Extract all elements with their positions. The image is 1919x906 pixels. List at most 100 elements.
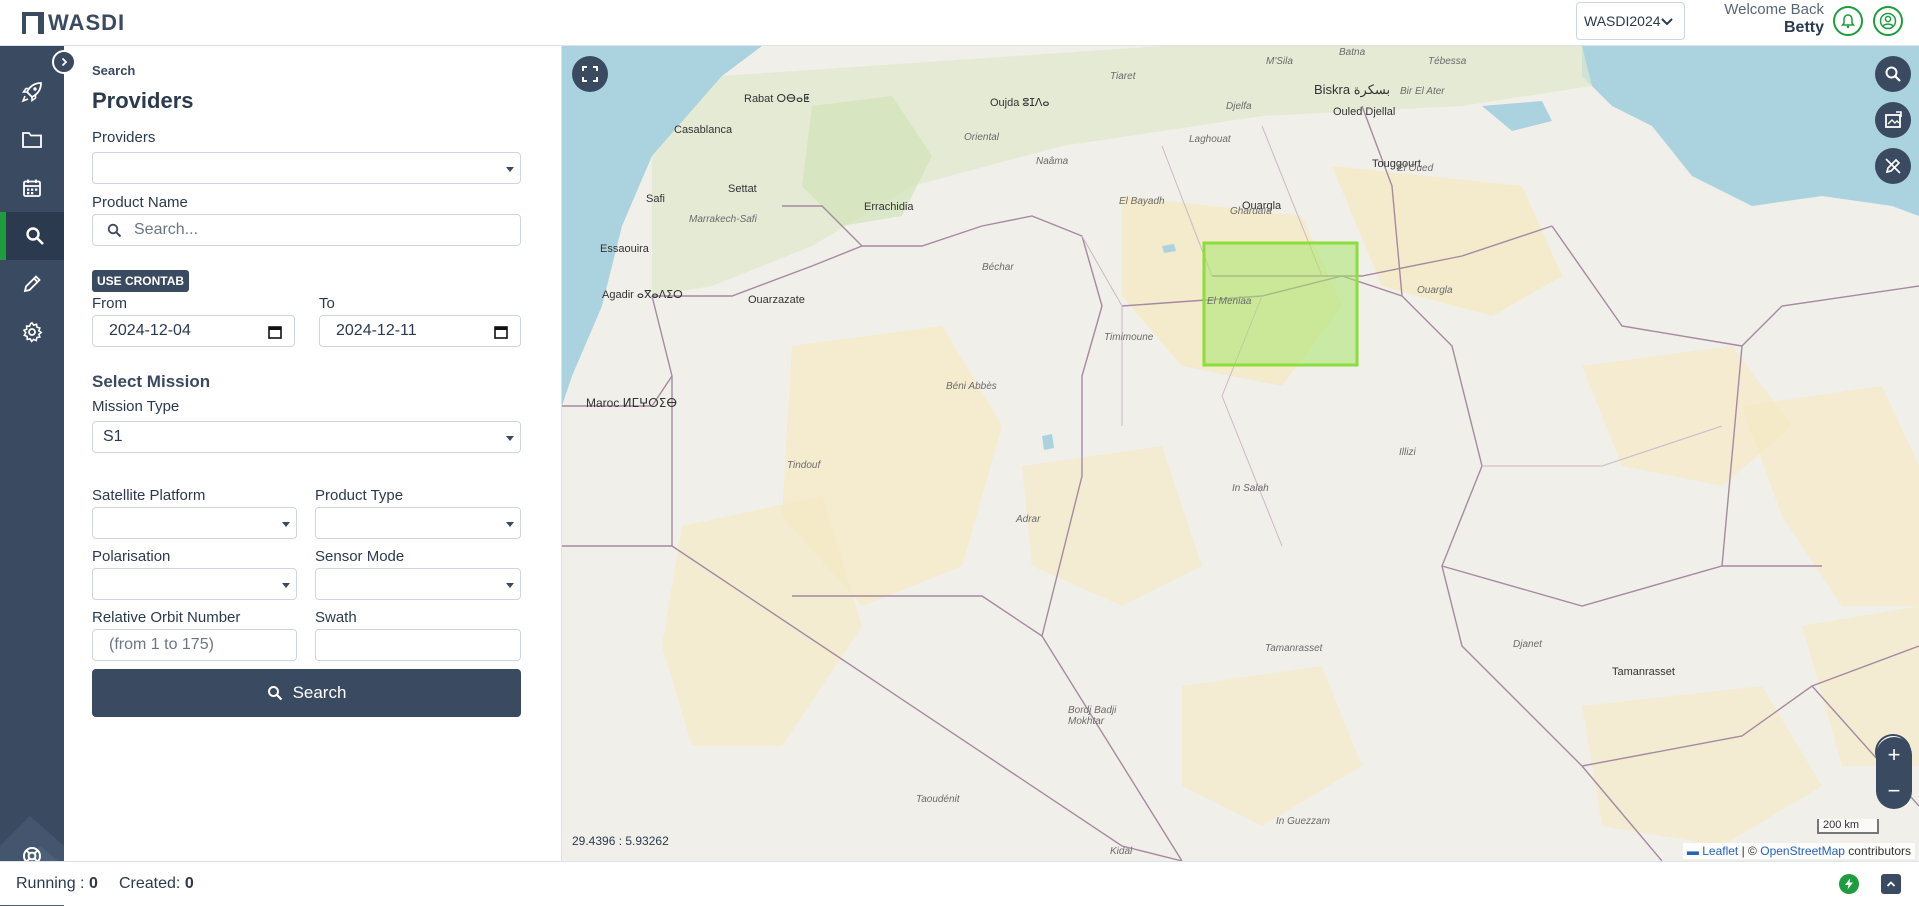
map-label: In Guezzam — [1276, 816, 1330, 827]
swath-input[interactable] — [315, 629, 521, 661]
search-icon — [267, 686, 282, 701]
to-label: To — [319, 295, 335, 312]
caret-down-icon — [506, 583, 514, 588]
map-scale: 200 km — [1817, 819, 1879, 834]
providers-select[interactable] — [92, 152, 521, 184]
providers-label: Providers — [92, 129, 156, 146]
map-label: In Salah — [1232, 483, 1269, 494]
mission-type-select[interactable]: S1 — [92, 421, 521, 453]
map-label: M'Sila — [1266, 56, 1293, 67]
satellite-platform-select[interactable] — [92, 507, 297, 539]
map-label: Agadir ⴰⴳⴰⴷⵉⵔ — [602, 289, 683, 301]
fullscreen-button[interactable] — [572, 56, 608, 92]
polarisation-select[interactable] — [92, 568, 297, 600]
map-label: Maroc ⵍⵎⵖⵔⵉⴱ — [586, 396, 678, 410]
map-label: Ouled Djellal — [1333, 106, 1396, 118]
zoom-control: + − — [1876, 737, 1912, 809]
nav-search[interactable] — [0, 212, 64, 260]
from-date-input[interactable]: 2024-12-04 — [92, 315, 295, 347]
sensor-mode-select[interactable] — [315, 568, 521, 600]
workspace-label: WASDI2024 — [1584, 13, 1661, 29]
expand-status-panel-button[interactable] — [1881, 874, 1901, 894]
map-draw-button[interactable] — [1875, 148, 1911, 184]
product-name-label: Product Name — [92, 194, 188, 211]
welcome-block: Welcome Back Betty — [1700, 1, 1824, 37]
map-label: Casablanca — [674, 124, 733, 136]
swath-label: Swath — [315, 609, 357, 626]
leaflet-link[interactable]: Leaflet — [1702, 844, 1738, 858]
map-label: Rabat ⵔⴱⴰⵟ — [744, 93, 810, 105]
zoom-out-button[interactable]: − — [1876, 773, 1912, 809]
welcome-text: Welcome Back — [1724, 1, 1824, 18]
chevron-down-icon — [1661, 18, 1673, 26]
mission-type-value: S1 — [103, 428, 123, 445]
nav-settings[interactable] — [0, 308, 64, 356]
wasdi-logo[interactable]: WASDI — [22, 9, 125, 37]
to-date-value: 2024-12-11 — [336, 322, 417, 339]
search-button[interactable]: Search — [92, 669, 521, 717]
map-label: Béchar — [982, 262, 1014, 273]
map-label: Djelfa — [1226, 101, 1252, 112]
user-profile-button[interactable] — [1873, 6, 1903, 36]
search-icon — [107, 223, 122, 237]
attribution-separator: | © — [1741, 844, 1757, 858]
breadcrumb[interactable]: Search — [92, 63, 135, 78]
image-edit-icon — [1885, 111, 1902, 128]
nav-edit[interactable] — [0, 260, 64, 308]
map-label: Oujda ⵓⵊⴷⴰ — [990, 97, 1050, 109]
notifications-button[interactable] — [1833, 6, 1863, 36]
map-label: Ghardaïa — [1230, 206, 1272, 217]
bell-icon — [1841, 14, 1855, 29]
map-image-button[interactable] — [1875, 102, 1911, 138]
to-date-input[interactable]: 2024-12-11 — [319, 315, 521, 347]
running-count: 0 — [88, 875, 98, 892]
map-label: Illizi — [1399, 447, 1416, 458]
map-label: El Meniaa — [1207, 296, 1252, 307]
product-name-placeholder: Search... — [134, 221, 199, 238]
nav-workspaces[interactable] — [0, 116, 64, 164]
product-type-select[interactable] — [315, 507, 521, 539]
map-label: Marrakech-Safi — [689, 214, 757, 225]
zoom-in-button[interactable]: + — [1876, 737, 1912, 773]
pencil-icon — [23, 275, 41, 293]
calendar-icon[interactable] — [494, 325, 508, 339]
calendar-icon[interactable] — [268, 325, 282, 339]
created-status: Created: 0 — [119, 875, 194, 893]
workspace-selector[interactable]: WASDI2024 — [1576, 2, 1685, 40]
map-label: Tébessa — [1428, 56, 1467, 67]
attribution-tail: contributors — [1848, 844, 1911, 858]
relative-orbit-input[interactable]: (from 1 to 175) — [92, 629, 297, 661]
nav-scheduler[interactable] — [0, 164, 64, 212]
map-label: Oriental — [964, 132, 1000, 143]
osm-link[interactable]: OpenStreetMap — [1760, 844, 1845, 858]
processes-status-button[interactable] — [1839, 874, 1859, 894]
ukraine-flag-icon: ▬ — [1686, 844, 1699, 858]
from-label: From — [92, 295, 127, 312]
gear-icon — [22, 321, 43, 343]
collapse-sidebar-button[interactable] — [52, 50, 76, 74]
map-label: Ouarzazate — [748, 294, 805, 306]
map-label: Errachidia — [864, 201, 914, 213]
nav-marketplace[interactable] — [0, 68, 64, 116]
product-name-input[interactable]: Search... — [92, 214, 521, 246]
polarisation-label: Polarisation — [92, 548, 171, 565]
fullscreen-icon — [582, 66, 598, 82]
chevron-up-icon — [1886, 881, 1896, 887]
status-bar: Running : 0 Created: 0 — [0, 861, 1919, 905]
user-name: Betty — [1783, 19, 1824, 36]
product-type-label: Product Type — [315, 487, 404, 504]
search-icon — [26, 227, 44, 245]
use-crontab-button[interactable]: USE CRONTAB — [92, 270, 189, 292]
cursor-coordinates: 29.4396 : 5.93262 — [572, 834, 669, 848]
caret-down-icon — [282, 583, 290, 588]
left-navigation-rail — [0, 46, 64, 906]
caret-down-icon — [506, 167, 514, 172]
map-view[interactable]: Casablanca Rabat ⵔⴱⴰⵟ Oujda ⵓⵊⴷⴰ Biskra … — [562, 46, 1919, 861]
map-label: Kidal — [1110, 846, 1133, 857]
running-label: Running : — [16, 875, 85, 892]
map-label: Tamanrasset — [1612, 666, 1675, 678]
map-search-button[interactable] — [1875, 56, 1911, 92]
map-label: Batna — [1339, 47, 1366, 58]
map-attribution: ▬ Leaflet | © OpenStreetMap contributors — [1682, 843, 1915, 859]
map-label: Timimoune — [1104, 332, 1154, 343]
